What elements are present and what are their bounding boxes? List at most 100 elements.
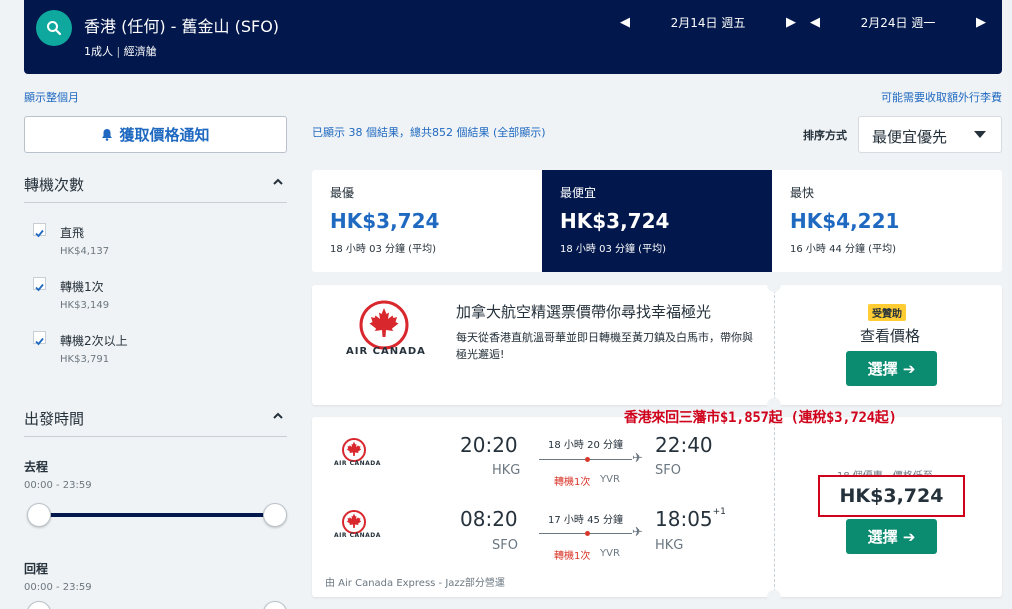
- tab-cheapest-price: HK$3,724: [560, 209, 670, 233]
- divider: [24, 436, 287, 437]
- return-date[interactable]: 2月24日 週一: [822, 14, 974, 31]
- tab-cheapest[interactable]: 最便宜 HK$3,724 18 小時 03 分鐘 (平均): [542, 170, 772, 272]
- passenger-count: 1成人: [84, 45, 113, 58]
- tab-fastest-price: HK$4,221: [790, 209, 900, 233]
- sort-label: 排序方式: [803, 129, 847, 142]
- stops-one-checkbox[interactable]: [33, 277, 46, 292]
- return-slider-end-handle[interactable]: [263, 601, 287, 609]
- plane-icon: ✈: [632, 451, 643, 466]
- depart-date[interactable]: 2月14日 週五: [632, 14, 784, 31]
- checkmark-icon: [35, 283, 44, 292]
- sponsored-badge: 受贊助: [868, 304, 906, 321]
- outbound-arrive-airport: SFO: [655, 463, 681, 478]
- tab-fastest[interactable]: 最快 HK$4,221 16 小時 44 分鐘 (平均): [772, 170, 1002, 272]
- outbound-slider-start-handle[interactable]: [27, 503, 51, 527]
- search-icon: [47, 21, 62, 36]
- tab-cheapest-duration: 18 小時 03 分鐘 (平均): [560, 244, 666, 255]
- plane-icon: ✈: [632, 525, 643, 540]
- ad-title[interactable]: 加拿大航空精選票價帶你尋找幸福極光: [456, 301, 711, 322]
- ad-airline-name: AIR CANADA: [346, 346, 426, 357]
- stops-two-plus-checkbox[interactable]: [33, 331, 46, 346]
- cabin-class: 經濟艙: [123, 45, 157, 58]
- show-month-link[interactable]: 顯示整個月: [24, 89, 79, 105]
- search-summary-bar[interactable]: 香港 (任何) - 舊金山 (SFO) 1成人 | 經濟艙 ◀ 2月14日 週五…: [24, 0, 1002, 74]
- search-button[interactable]: [36, 10, 72, 46]
- outbound-label: 去程: [24, 460, 49, 474]
- stop-dot: [585, 457, 590, 462]
- outbound-arrive-time: 22:40: [655, 433, 713, 457]
- stops-nonstop-label[interactable]: 直飛: [60, 224, 84, 241]
- chevron-up-icon[interactable]: [272, 176, 284, 188]
- flight-select-button[interactable]: 選擇 ➔: [846, 519, 937, 554]
- inbound-day-offset: +1: [712, 507, 726, 517]
- tab-best[interactable]: 最優 HK$3,724 18 小時 03 分鐘 (平均): [312, 170, 542, 272]
- bell-icon: [102, 129, 113, 141]
- tab-best-price: HK$3,724: [330, 209, 440, 233]
- ad-description: 每天從香港直航溫哥華並即日轉機至黃刀鎮及白馬市，帶你與極光邂逅!: [456, 331, 753, 361]
- card-notch: [767, 590, 781, 604]
- return-next-arrow-icon[interactable]: ▶: [974, 15, 988, 30]
- airline-name: AIR CANADA: [334, 532, 381, 539]
- return-slider-start-handle[interactable]: [27, 601, 51, 609]
- operated-by-text: 由 Air Canada Express - Jazz部分營運: [325, 578, 505, 589]
- stops-nonstop-checkbox[interactable]: [33, 223, 46, 238]
- checkmark-icon: [35, 229, 44, 238]
- passenger-cabin: 1成人 | 經濟艙: [84, 45, 157, 58]
- outbound-slider-end-handle[interactable]: [263, 503, 287, 527]
- outbound-range: 00:00 - 23:59: [24, 480, 92, 491]
- stops-one-price: HK$3,149: [60, 300, 110, 311]
- depart-prev-arrow-icon[interactable]: ◀: [618, 15, 632, 30]
- sort-select[interactable]: 最便宜優先: [858, 116, 1002, 153]
- return-label: 回程: [24, 562, 49, 576]
- inbound-arrive-airport: HKG: [655, 538, 684, 553]
- outbound-stops: 轉機1次: [554, 477, 591, 488]
- stop-dot: [585, 531, 590, 536]
- results-summary-link[interactable]: 已顯示 38 個結果，總共852 個結果 (全部顯示): [312, 124, 546, 140]
- ad-select-button[interactable]: 選擇 ➔: [846, 351, 937, 386]
- chevron-up-icon[interactable]: [272, 410, 284, 422]
- inbound-stops: 轉機1次: [554, 551, 591, 562]
- inbound-depart-time: 08:20: [460, 507, 518, 531]
- return-range: 00:00 - 23:59: [24, 582, 92, 593]
- outbound-slider-track[interactable]: [40, 513, 276, 517]
- price-alert-button[interactable]: 獲取價格通知: [24, 116, 287, 153]
- inbound-duration: 17 小時 45 分鐘: [548, 515, 623, 526]
- stops-one-label[interactable]: 轉機1次: [60, 278, 104, 295]
- return-prev-arrow-icon[interactable]: ◀: [808, 15, 822, 30]
- tab-fastest-label: 最快: [790, 186, 815, 200]
- depart-date-picker: ◀ 2月14日 週五 ▶: [618, 12, 798, 32]
- outbound-via: YVR: [600, 474, 620, 485]
- view-price-text: 查看價格: [860, 327, 921, 345]
- tab-cheapest-label: 最便宜: [560, 186, 597, 200]
- outbound-depart-airport: HKG: [492, 463, 521, 478]
- caret-down-icon: [974, 131, 986, 138]
- card-notch: [767, 278, 781, 292]
- outbound-duration: 18 小時 20 分鐘: [548, 440, 623, 451]
- baggage-fees-link[interactable]: 可能需要收取額外行李費: [881, 89, 1002, 105]
- card-divider: [774, 417, 775, 597]
- outbound-arrive-time-value: 22:40: [655, 433, 713, 457]
- sponsored-ad-card[interactable]: AIR CANADA 加拿大航空精選票價帶你尋找幸福極光 每天從香港直航溫哥華並…: [312, 278, 1002, 412]
- return-date-picker: ◀ 2月24日 週一 ▶: [808, 12, 988, 32]
- depart-next-arrow-icon[interactable]: ▶: [784, 15, 798, 30]
- stops-two-plus-label[interactable]: 轉機2次以上: [60, 332, 128, 349]
- airline-name: AIR CANADA: [334, 460, 381, 467]
- tab-best-duration: 18 小時 03 分鐘 (平均): [330, 244, 436, 255]
- tab-fastest-duration: 16 小時 44 分鐘 (平均): [790, 244, 896, 255]
- stops-filter-title[interactable]: 轉機次數: [24, 174, 84, 195]
- price-annotation-text: 香港來回三藩市$1,857起 (連稅$3,724起): [624, 410, 897, 426]
- outbound-depart-time: 20:20: [460, 433, 518, 457]
- inbound-depart-airport: SFO: [492, 538, 518, 553]
- flight-result-card[interactable]: AIR CANADA 20:20 HKG 18 小時 20 分鐘 ✈ 轉機1次 …: [312, 410, 1002, 604]
- card-divider: [774, 285, 775, 405]
- stops-two-plus-price: HK$3,791: [60, 354, 110, 365]
- sort-value: 最便宜優先: [872, 128, 948, 146]
- divider: [24, 202, 287, 203]
- checkmark-icon: [35, 337, 44, 346]
- price-alert-label: 獲取價格通知: [119, 126, 210, 144]
- air-canada-maple-leaf-logo: [359, 300, 409, 350]
- times-filter-title[interactable]: 出發時間: [24, 408, 84, 429]
- route-text: 香港 (任何) - 舊金山 (SFO): [84, 17, 280, 36]
- inbound-arrive-time: 18:05+1: [655, 507, 726, 531]
- stops-nonstop-price: HK$4,137: [60, 246, 110, 257]
